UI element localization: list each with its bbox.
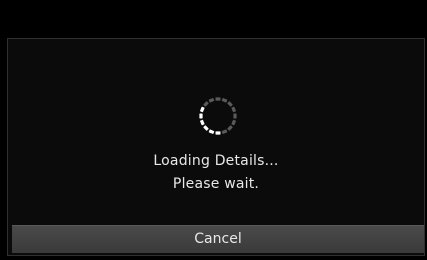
spinner-segment [227,125,233,131]
spinner-segment [227,101,233,107]
spinner-segment [221,98,228,103]
spinner-segment [203,101,209,107]
spinner-segment [215,131,221,135]
spinner-segment [200,119,205,126]
spinner-segment [200,106,205,113]
loading-dialog [7,38,425,256]
spinner-segment [215,97,221,101]
cancel-button[interactable]: Cancel [12,225,424,253]
spinner-segment [208,98,215,103]
spinner-segment [221,129,228,134]
spinner-segment [199,113,203,119]
spinner-segment [231,119,236,126]
spinner-segment [231,106,236,113]
spinner-segment [208,129,215,134]
top-status-bar [0,0,427,38]
loading-spinner-icon [199,97,237,135]
spinner-segment [233,113,237,119]
wait-message: Please wait. [172,176,260,192]
spinner-segment [203,125,209,131]
head-unit-screen: Loading Details... Please wait. Cancel [0,0,427,260]
loading-message: Loading Details... [153,153,279,169]
